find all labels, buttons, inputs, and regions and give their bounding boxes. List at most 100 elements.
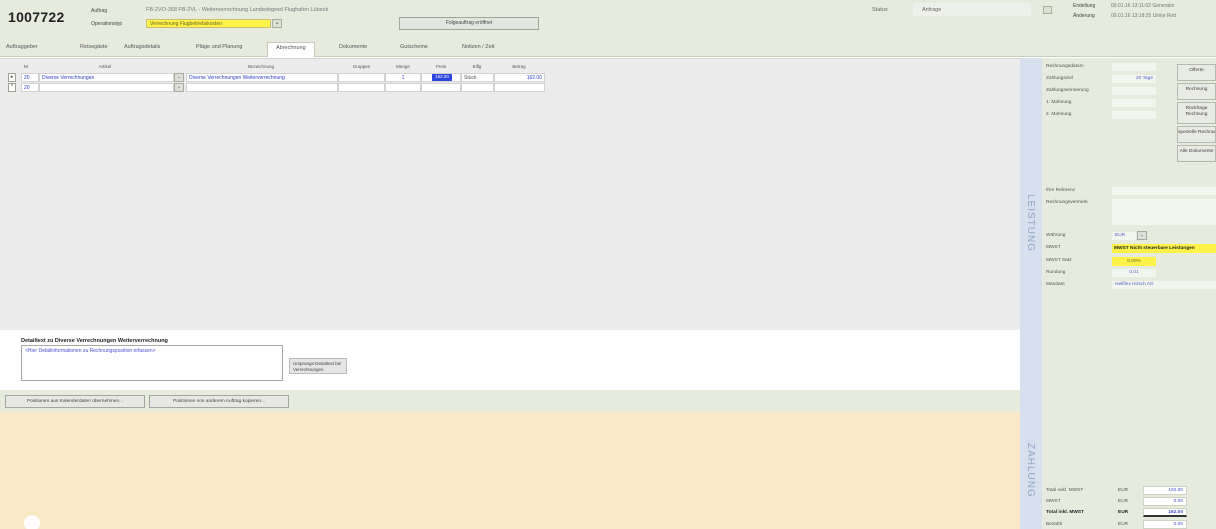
- order-number: 1007722: [8, 9, 65, 25]
- header: 1007722 Auftrag FB-2VO-368 FB-2VL - Weit…: [0, 0, 1216, 40]
- mahnung2-label: 2. Mahnung: [1046, 112, 1072, 117]
- aenderung-label: Änderung: [1073, 13, 1095, 19]
- chevron-down-icon[interactable]: ⌄: [1137, 231, 1147, 240]
- rundung-label: Rundung: [1046, 270, 1066, 275]
- rechnung-button[interactable]: Rechnung: [1177, 83, 1216, 100]
- total-exkl-value: 162.00: [1143, 486, 1187, 495]
- chevron-down-icon[interactable]: ⌄: [174, 73, 184, 82]
- mahnung1-label: 1. Mahnung: [1046, 100, 1072, 105]
- col-header-preis[interactable]: Preis: [422, 64, 460, 69]
- total-exkl-currency: EUR: [1118, 488, 1129, 493]
- mwst-select[interactable]: MWST Nicht steuerbare Leistungen: [1112, 244, 1216, 253]
- chevron-down-icon[interactable]: [1043, 6, 1052, 14]
- followup-order-button[interactable]: Folgeauftrag eröffnet: [399, 17, 539, 30]
- table-cell-einheit[interactable]: [461, 83, 494, 92]
- col-header-gruppe[interactable]: Gruppen: [339, 64, 384, 69]
- tab-reisegaeste[interactable]: Reisegäste: [80, 44, 108, 50]
- chevron-down-icon[interactable]: ⌄: [174, 83, 184, 92]
- table-cell-menge[interactable]: [385, 83, 421, 92]
- col-header-betrag[interactable]: Betrag: [494, 64, 544, 69]
- bezahlt-value: 0.00: [1143, 520, 1187, 529]
- table-cell-bezeichnung[interactable]: Diverse Verrechnungen Weiterverrechnung: [186, 73, 338, 82]
- status-label: Status: [872, 7, 888, 13]
- rechnungsvermerk-label: Rechnungsvermerk: [1046, 200, 1088, 205]
- detail-title: Detailtext zu Diverse Verrechnungen Weit…: [21, 338, 168, 344]
- mwst-total-value: 0.00: [1143, 497, 1187, 506]
- mandant-field[interactable]: Heliflex Hirsch AG: [1112, 281, 1216, 289]
- original-detailtext-button[interactable]: Ursprungs-Detailtext bei Verrechnungen: [289, 358, 347, 374]
- tab-auftragsdetails[interactable]: Auftragsdetails: [124, 44, 160, 50]
- operationstyp-select[interactable]: Verrechnung Flugbetriebskosten: [146, 19, 271, 28]
- rundung-field[interactable]: 0.01: [1112, 269, 1156, 277]
- total-exkl-label: Total exkl. MWST: [1046, 488, 1084, 493]
- tab-notizen-zeit[interactable]: Notizen / Zeit: [462, 44, 494, 50]
- table-cell-gruppe[interactable]: [338, 73, 385, 82]
- new-row-icon[interactable]: *: [8, 83, 16, 92]
- tab-auftraggeber[interactable]: Auftraggeber: [6, 44, 38, 50]
- label-operationstyp: Operationstyp: [91, 21, 123, 27]
- table-cell-bezeichnung[interactable]: [186, 83, 338, 92]
- status-field[interactable]: Anfrage: [913, 3, 1031, 16]
- mwst-total-currency: EUR: [1118, 499, 1129, 504]
- ihre-referenz-label: Ihre Referenz: [1046, 188, 1076, 193]
- tab-abrechnung[interactable]: Abrechnung: [267, 42, 315, 57]
- auftrag-field[interactable]: FB-2VO-368 FB-2VL - Weiterverrechnung La…: [146, 7, 396, 13]
- detail-textarea[interactable]: <Hier Detailinformationen zu Rechnungspo…: [21, 345, 283, 381]
- col-header-bezeichnung[interactable]: Bezeichnung: [186, 64, 336, 69]
- leistung-label: LEISTUNG: [1025, 194, 1036, 253]
- mwst-satz-label: MWST Satz: [1046, 258, 1072, 263]
- spezielle-rechnung-button[interactable]: spezielle Rechnung: [1177, 126, 1216, 143]
- chevron-down-icon[interactable]: ⌄: [272, 19, 282, 28]
- table-cell-preis[interactable]: [421, 83, 461, 92]
- col-header-einheit[interactable]: Eiflg: [462, 64, 492, 69]
- col-header-artikel[interactable]: Artikel: [40, 64, 170, 69]
- invoice-side-panel: Rechnungsdatum Zahlungsziel 20 Tage Zahl…: [1042, 58, 1216, 529]
- table-cell-menge[interactable]: 1: [385, 73, 421, 82]
- table-cell-artikel[interactable]: [39, 83, 174, 92]
- table-cell-einheit[interactable]: Stück: [461, 73, 494, 82]
- table-cell-preis[interactable]: 162.00: [432, 74, 452, 81]
- bezahlt-currency: EUR: [1118, 522, 1129, 527]
- tab-plaege-planung[interactable]: Pläge und Planung: [196, 44, 242, 50]
- table-cell-nr[interactable]: 20: [21, 83, 39, 92]
- erstellung-label: Erstellung: [1073, 3, 1096, 9]
- alle-dokumente-button[interactable]: Alle Dokumente: [1177, 145, 1216, 162]
- table-cell-preis-wrap[interactable]: 162.00: [421, 73, 461, 82]
- table-cell-artikel[interactable]: Diverse Verrechnungen: [39, 73, 174, 82]
- mahnung1-field[interactable]: [1112, 99, 1156, 107]
- section-strip: LEISTUNG ZAHLUNG: [1020, 58, 1042, 529]
- mwst-total-label: MWST: [1046, 499, 1061, 504]
- total-inkl-currency: EUR: [1118, 510, 1129, 515]
- label-auftrag: Auftrag: [91, 8, 108, 14]
- table-cell-nr[interactable]: 20: [21, 73, 39, 82]
- detail-section: Detailtext zu Diverse Verrechnungen Weit…: [0, 330, 1020, 390]
- rechnungsvermerk-field[interactable]: [1112, 199, 1216, 225]
- payment-area: [0, 412, 1020, 529]
- copy-positions-button[interactable]: Positionen von anderem Auftrag kopieren.…: [149, 395, 289, 408]
- mwst-label: MWST: [1046, 245, 1061, 250]
- mandant-label: Mandant: [1046, 282, 1065, 287]
- mwst-satz-field[interactable]: 0.00%: [1112, 257, 1156, 266]
- rechnungsdatum-label: Rechnungsdatum: [1046, 64, 1084, 69]
- col-header-nr[interactable]: Nr: [21, 64, 31, 69]
- help-icon[interactable]: [24, 515, 40, 529]
- tab-gutscheine[interactable]: Gutscheine: [400, 44, 428, 50]
- waehrung-select[interactable]: EUR: [1112, 232, 1136, 240]
- zahlungsziel-field[interactable]: 20 Tage: [1112, 75, 1156, 83]
- waehrung-label: Währung: [1046, 233, 1066, 238]
- table-cell-betrag[interactable]: 162.00: [494, 73, 545, 82]
- zahlungserinnerung-field[interactable]: [1112, 87, 1156, 95]
- rechnungsdatum-field[interactable]: [1112, 63, 1156, 71]
- mahnung2-field[interactable]: [1112, 111, 1156, 119]
- zahlung-label: ZAHLUNG: [1025, 443, 1036, 498]
- offerte-button[interactable]: Offerte: [1177, 64, 1216, 81]
- ihre-referenz-field[interactable]: [1112, 187, 1216, 195]
- positions-from-calendar-button[interactable]: Positionen aus Kalenderdaten übernehmen.…: [5, 395, 145, 408]
- rueckfrage-rechnung-button[interactable]: Rückfrage Rechnung: [1177, 102, 1216, 124]
- tab-dokumente[interactable]: Dokumente: [339, 44, 367, 50]
- invoice-positions-grid: Nr Artikel Bezeichnung Gruppen Menge Pre…: [0, 58, 1020, 330]
- table-cell-betrag[interactable]: [494, 83, 545, 92]
- col-header-menge[interactable]: Menge: [386, 64, 420, 69]
- table-cell-gruppe[interactable]: [338, 83, 385, 92]
- current-row-icon[interactable]: ▸: [8, 73, 16, 82]
